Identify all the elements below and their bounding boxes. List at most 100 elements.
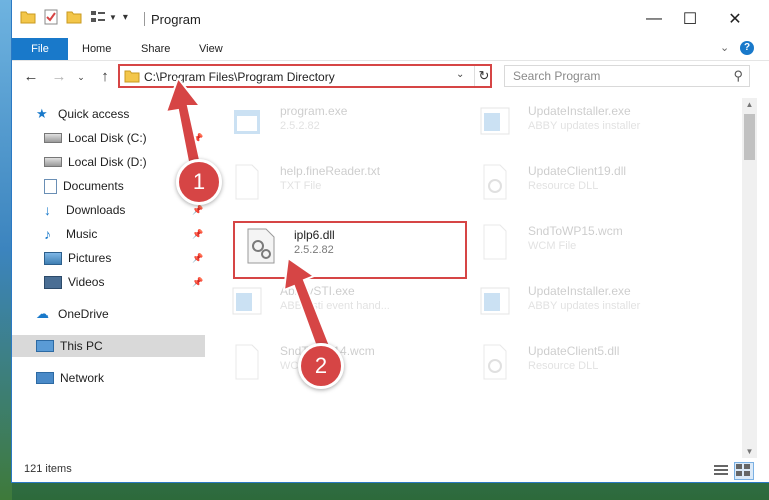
recent-locations-chevron-icon[interactable]: ⌄ xyxy=(72,72,90,83)
help-icon[interactable]: ? xyxy=(740,41,754,55)
computer-icon xyxy=(36,340,54,352)
file-name: UpdateInstaller.exe xyxy=(528,284,631,298)
properties-icon[interactable] xyxy=(44,9,58,25)
title-bar: ▼ ▾ Program — ☐ ✕ xyxy=(12,0,769,38)
file-name: UpdateClient5.dll xyxy=(528,344,620,358)
tab-share[interactable]: Share xyxy=(141,38,170,60)
file-item[interactable]: AbbyySTI.exe ABBY sti event hand... xyxy=(222,278,458,330)
large-icons-view-icon[interactable] xyxy=(734,462,754,480)
callout-badge-1: 1 xyxy=(176,159,222,205)
search-placeholder: Search Program xyxy=(513,69,601,83)
address-path: C:\Program Files\Program Directory xyxy=(144,70,335,84)
view-options-icon[interactable] xyxy=(90,10,106,24)
qat-dropdown-icon[interactable]: ▾ xyxy=(123,12,128,23)
search-input[interactable]: Search Program ⚲ xyxy=(504,65,750,87)
sidebar-item-label: Quick access xyxy=(58,107,130,121)
navigation-bar: ← → ⌄ ↑ C:\Program Files\Program Directo… xyxy=(12,60,769,94)
new-folder-icon[interactable] xyxy=(66,10,82,24)
sidebar-item-label: This PC xyxy=(60,339,103,353)
sidebar-item-onedrive[interactable]: ☁ OneDrive xyxy=(12,303,205,325)
dll-icon xyxy=(483,164,507,200)
sidebar-item-local-disk-d[interactable]: Local Disk (D:) xyxy=(12,151,205,173)
pin-icon[interactable]: 📌 xyxy=(192,277,203,288)
drive-icon xyxy=(44,133,62,143)
search-icon: ⚲ xyxy=(733,68,743,83)
file-item[interactable]: help.fineReader.txt TXT File xyxy=(222,158,458,210)
file-meta: Resource DLL xyxy=(528,180,599,192)
pin-icon[interactable]: 📌 xyxy=(192,205,203,216)
sidebar-item-label: Pictures xyxy=(68,251,112,265)
sidebar-item-videos[interactable]: Videos 📌 xyxy=(12,271,205,293)
back-arrow-icon[interactable]: ← xyxy=(22,68,40,85)
folder-icon[interactable] xyxy=(20,10,36,24)
forward-arrow-icon[interactable]: → xyxy=(50,68,68,85)
file-name: program.exe xyxy=(280,104,348,118)
sidebar-item-label: Music xyxy=(66,227,98,241)
file-item[interactable]: UpdateClient19.dll Resource DLL xyxy=(470,158,706,210)
callout-badge-2: 2 xyxy=(298,343,344,389)
exe-icon xyxy=(480,107,510,135)
download-icon: ↓ xyxy=(44,202,51,218)
address-bar[interactable]: C:\Program Files\Program Directory ⌄ ↻ xyxy=(118,64,492,88)
text-file-icon xyxy=(235,164,259,200)
navigation-pane: ★ Quick access Local Disk (C:) 📌 Local D… xyxy=(12,98,205,458)
sidebar-item-label: Network xyxy=(60,371,105,385)
refresh-icon[interactable]: ↻ xyxy=(474,66,493,86)
tab-view[interactable]: View xyxy=(199,38,223,60)
file-name: help.fineReader.txt xyxy=(280,164,381,178)
file-meta: WCM File xyxy=(528,240,577,252)
tab-file[interactable]: File xyxy=(12,38,68,60)
pin-icon[interactable]: 📌 xyxy=(192,133,203,144)
item-count: 121 items xyxy=(24,463,72,475)
file-item[interactable]: UpdateClient5.dll Resource DLL xyxy=(470,338,706,390)
details-view-icon[interactable] xyxy=(712,462,732,480)
minimize-button[interactable]: — xyxy=(636,6,672,32)
star-icon: ★ xyxy=(36,106,48,121)
file-meta: Resource DLL xyxy=(528,360,599,372)
folder-icon xyxy=(124,70,140,83)
pin-icon[interactable]: 📌 xyxy=(192,253,203,264)
dll-icon xyxy=(483,344,507,380)
exe-icon xyxy=(234,110,260,134)
maximize-button[interactable]: ☐ xyxy=(672,6,708,32)
status-bar: 121 items xyxy=(12,458,769,482)
sidebar-item-pictures[interactable]: Pictures 📌 xyxy=(12,247,205,269)
file-meta: ABBY updates installer xyxy=(528,120,641,132)
file-meta: 2.5.2.82 xyxy=(280,120,320,132)
sidebar-item-label: Local Disk (C:) xyxy=(68,131,147,145)
sidebar-item-label: Videos xyxy=(68,275,105,289)
file-item[interactable]: UpdateInstaller.exe ABBY updates install… xyxy=(470,278,706,330)
sidebar-item-label: Documents xyxy=(63,179,124,193)
file-explorer-window: ▼ ▾ Program — ☐ ✕ File Home Share View ⌄… xyxy=(12,0,769,482)
sidebar-item-quick-access[interactable]: ★ Quick access xyxy=(12,103,205,125)
file-highlight-box xyxy=(233,221,467,279)
sidebar-item-label: OneDrive xyxy=(58,307,109,321)
address-dropdown-icon[interactable]: ⌄ xyxy=(456,69,464,80)
cloud-icon: ☁ xyxy=(36,306,49,321)
qat-customize-icon[interactable]: ▼ xyxy=(109,13,117,22)
music-icon: ♪ xyxy=(44,226,51,242)
videos-icon xyxy=(44,275,62,289)
sidebar-item-label: Downloads xyxy=(66,203,126,217)
sidebar-item-this-pc[interactable]: This PC xyxy=(12,335,205,357)
tab-home[interactable]: Home xyxy=(82,38,111,60)
file-name: UpdateInstaller.exe xyxy=(528,104,631,118)
file-item[interactable]: SndToWP15.wcm WCM File xyxy=(470,218,706,270)
chevron-down-icon[interactable]: ⌄ xyxy=(720,41,729,54)
file-meta: ABBY sti event hand... xyxy=(280,300,390,312)
sidebar-item-music[interactable]: ♪ Music 📌 xyxy=(12,223,205,245)
up-arrow-icon[interactable]: ↑ xyxy=(96,68,114,85)
scrollbar-thumb[interactable] xyxy=(744,114,755,160)
file-item[interactable]: UpdateInstaller.exe ABBY updates install… xyxy=(470,98,706,150)
sidebar-item-downloads[interactable]: ↓ Downloads 📌 xyxy=(12,199,205,221)
close-button[interactable]: ✕ xyxy=(717,6,753,32)
scroll-down-icon[interactable]: ▼ xyxy=(742,447,757,456)
sidebar-item-network[interactable]: Network xyxy=(12,367,205,389)
sidebar-item-local-disk-c[interactable]: Local Disk (C:) 📌 xyxy=(12,127,205,149)
pin-icon[interactable]: 📌 xyxy=(192,229,203,240)
file-item[interactable]: program.exe 2.5.2.82 xyxy=(222,98,458,150)
title-divider xyxy=(144,12,145,26)
window-title: Program xyxy=(151,12,201,27)
vertical-scrollbar[interactable]: ▲ ▼ xyxy=(742,98,757,458)
scroll-up-icon[interactable]: ▲ xyxy=(742,100,757,109)
